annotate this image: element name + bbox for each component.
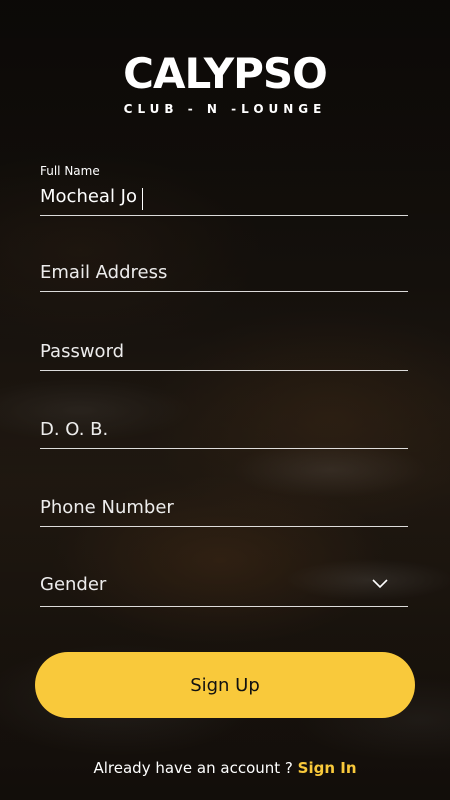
phone-input[interactable]: [40, 497, 408, 526]
full-name-field-wrapper: [40, 186, 408, 216]
dob-field-wrapper: [40, 419, 408, 449]
full-name-input[interactable]: [40, 186, 408, 215]
email-input[interactable]: [40, 262, 408, 291]
password-field-wrapper: [40, 341, 408, 371]
already-account-text: Already have an account ?: [93, 759, 293, 777]
full-name-label: Full Name: [40, 164, 100, 178]
brand-logo: CALYPSO CLUB - N -LOUNGE: [0, 49, 450, 117]
sign-up-button[interactable]: Sign Up: [35, 652, 415, 718]
password-input[interactable]: [40, 341, 408, 370]
phone-field-wrapper: [40, 497, 408, 527]
signin-prompt: Already have an account ? Sign In: [0, 759, 450, 777]
chevron-down-icon: [372, 579, 388, 589]
dob-input[interactable]: [40, 419, 408, 448]
sign-in-link[interactable]: Sign In: [298, 759, 357, 777]
gender-select[interactable]: Gender: [40, 574, 408, 607]
email-field-wrapper: [40, 262, 408, 292]
text-cursor: [142, 188, 143, 210]
brand-name: CALYPSO: [123, 49, 328, 98]
brand-tagline: CLUB - N -LOUNGE: [123, 102, 327, 116]
gender-value: Gender: [40, 574, 107, 595]
